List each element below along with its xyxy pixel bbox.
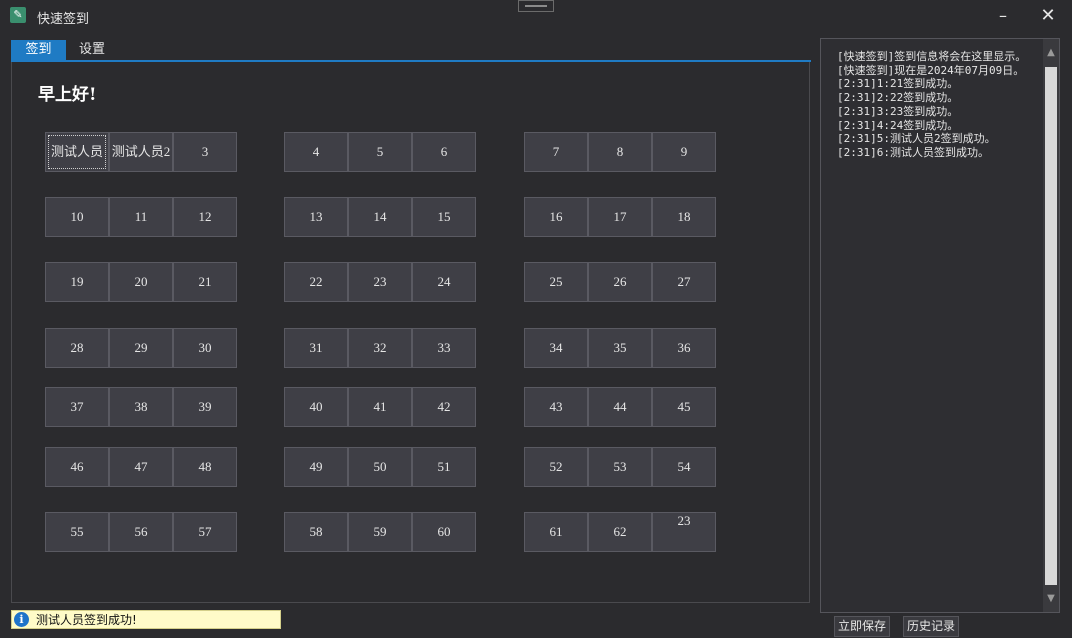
seat-button[interactable]: 48 (173, 447, 237, 487)
tab-checkin[interactable]: 签到 (11, 40, 66, 60)
seat-button[interactable]: 20 (109, 262, 173, 302)
seat-button[interactable]: 21 (173, 262, 237, 302)
seat-button[interactable]: 26 (588, 262, 652, 302)
seat-button[interactable]: 23 (652, 512, 716, 552)
seat-button[interactable]: 16 (524, 197, 588, 237)
seat-button[interactable]: 46 (45, 447, 109, 487)
seat-button[interactable]: 47 (109, 447, 173, 487)
log-line: [2:31]6:测试人员签到成功。 (837, 145, 989, 159)
log-text: [快速签到]签到信息将会在这里显示。 [快速签到]现在是2024年07月09日。[… (837, 50, 1042, 160)
seat-button[interactable]: 54 (652, 447, 716, 487)
status-bar: i 测试人员签到成功! (11, 610, 281, 629)
window-title: 快速签到 (37, 12, 90, 27)
seat-button[interactable]: 11 (109, 197, 173, 237)
minimize-icon: – (999, 6, 1007, 25)
seat-button[interactable]: 60 (412, 512, 476, 552)
close-button[interactable]: ✕ (1033, 4, 1063, 28)
seat-button[interactable]: 5 (348, 132, 412, 172)
seat-button[interactable]: 52 (524, 447, 588, 487)
log-scrollbar[interactable]: ▲ ▼ (1043, 39, 1059, 612)
seat-button[interactable]: 41 (348, 387, 412, 427)
log-line: [2:31]5:测试人员2签到成功。 (837, 132, 996, 146)
seat-button[interactable]: 23 (348, 262, 412, 302)
seat-button[interactable]: 9 (652, 132, 716, 172)
log-line: [2:31]1:21签到成功。 (837, 77, 959, 91)
seat-button[interactable]: 42 (412, 387, 476, 427)
log-panel: [快速签到]签到信息将会在这里显示。 [快速签到]现在是2024年07月09日。[… (820, 38, 1060, 613)
seat-button[interactable]: 43 (524, 387, 588, 427)
seat-button[interactable]: 57 (173, 512, 237, 552)
seat-button[interactable]: 37 (45, 387, 109, 427)
seat-button[interactable]: 29 (109, 328, 173, 368)
seat-button[interactable]: 31 (284, 328, 348, 368)
seat-button[interactable]: 36 (652, 328, 716, 368)
seat-button[interactable]: 8 (588, 132, 652, 172)
seat-button[interactable]: 19 (45, 262, 109, 302)
log-line: [2:31]2:22签到成功。 (837, 91, 959, 105)
scroll-down-icon[interactable]: ▼ (1043, 586, 1059, 612)
close-icon: ✕ (1040, 5, 1056, 26)
seat-button[interactable]: 59 (348, 512, 412, 552)
seat-button[interactable]: 24 (412, 262, 476, 302)
log-line: [2:31]3:23签到成功。 (837, 104, 959, 118)
minimize-button[interactable]: – (988, 4, 1018, 28)
seat-button[interactable]: 测试人员2 (109, 132, 173, 172)
app-icon: ✎ (10, 7, 26, 23)
history-button[interactable]: 历史记录 (903, 616, 959, 637)
seat-button[interactable]: 56 (109, 512, 173, 552)
seat-button[interactable]: 3 (173, 132, 237, 172)
tab-settings[interactable]: 设置 (69, 40, 115, 60)
log-line: [2:31]4:24签到成功。 (837, 118, 959, 132)
drag-handle[interactable] (518, 0, 554, 12)
info-icon: i (14, 612, 29, 627)
seat-button[interactable]: 62 (588, 512, 652, 552)
seat-button[interactable]: 33 (412, 328, 476, 368)
seat-button[interactable]: 7 (524, 132, 588, 172)
save-now-button[interactable]: 立即保存 (834, 616, 890, 637)
seat-button[interactable]: 27 (652, 262, 716, 302)
title-bar: ✎ 快速签到 – ✕ (0, 0, 1072, 34)
seat-button[interactable]: 49 (284, 447, 348, 487)
seat-button[interactable]: 58 (284, 512, 348, 552)
seat-button[interactable]: 30 (173, 328, 237, 368)
seat-button[interactable]: 45 (652, 387, 716, 427)
seat-button[interactable]: 4 (284, 132, 348, 172)
greeting-text: 早上好! (38, 85, 97, 105)
seat-button[interactable]: 10 (45, 197, 109, 237)
seat-button[interactable]: 6 (412, 132, 476, 172)
seat-button[interactable]: 53 (588, 447, 652, 487)
log-line: [快速签到]现在是2024年07月09日。 (837, 63, 1025, 77)
scrollbar-thumb[interactable] (1045, 67, 1057, 585)
seat-button[interactable]: 44 (588, 387, 652, 427)
seat-button[interactable]: 28 (45, 328, 109, 368)
status-text: 测试人员签到成功! (36, 613, 137, 627)
seat-button[interactable]: 15 (412, 197, 476, 237)
seat-button[interactable]: 35 (588, 328, 652, 368)
seat-button[interactable]: 12 (173, 197, 237, 237)
log-line: [快速签到]签到信息将会在这里显示。 (837, 50, 1027, 63)
seat-button[interactable]: 55 (45, 512, 109, 552)
seat-button[interactable]: 50 (348, 447, 412, 487)
seat-button[interactable]: 39 (173, 387, 237, 427)
seat-button[interactable]: 40 (284, 387, 348, 427)
seat-button[interactable]: 38 (109, 387, 173, 427)
seat-button[interactable]: 51 (412, 447, 476, 487)
scroll-up-icon[interactable]: ▲ (1043, 39, 1059, 67)
seat-button[interactable]: 22 (284, 262, 348, 302)
seat-button[interactable]: 13 (284, 197, 348, 237)
seat-button[interactable]: 14 (348, 197, 412, 237)
seat-button[interactable]: 17 (588, 197, 652, 237)
seat-button[interactable]: 61 (524, 512, 588, 552)
seat-button[interactable]: 18 (652, 197, 716, 237)
seat-button[interactable]: 34 (524, 328, 588, 368)
seat-button[interactable]: 测试人员 (45, 132, 109, 172)
seat-button[interactable]: 25 (524, 262, 588, 302)
seat-button[interactable]: 32 (348, 328, 412, 368)
